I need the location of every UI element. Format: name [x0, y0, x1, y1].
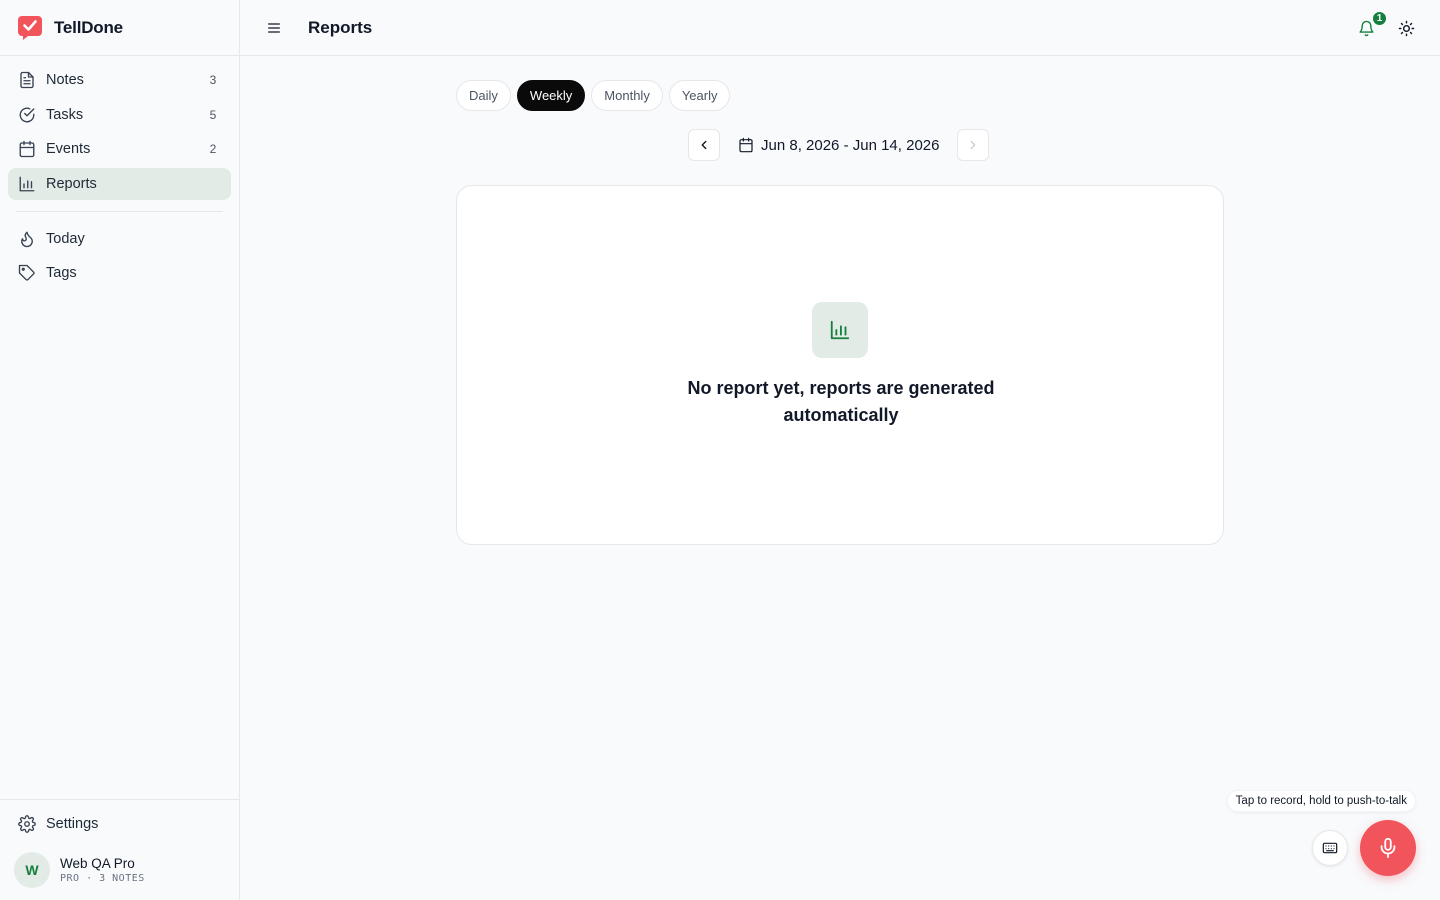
- tab-daily[interactable]: Daily: [456, 80, 511, 111]
- date-range-label[interactable]: Jun 8, 2026 - Jun 14, 2026: [738, 137, 939, 154]
- sidebar-item-count: 2: [209, 142, 217, 156]
- flame-icon: [18, 230, 36, 248]
- sidebar: TellDone Notes 3 Tasks 5 Events 2 Report…: [0, 0, 240, 900]
- notification-badge: 1: [1371, 10, 1388, 27]
- sidebar-nav: Notes 3 Tasks 5 Events 2 Reports Today T…: [0, 56, 239, 289]
- sidebar-item-tags[interactable]: Tags: [8, 257, 231, 289]
- tab-monthly[interactable]: Monthly: [591, 80, 663, 111]
- date-range-nav: Jun 8, 2026 - Jun 14, 2026: [688, 129, 990, 161]
- sidebar-item-label: Events: [46, 141, 91, 157]
- notifications-button[interactable]: 1: [1354, 10, 1388, 40]
- check-circle-icon: [18, 106, 36, 124]
- sidebar-item-reports[interactable]: Reports: [8, 167, 231, 200]
- previous-period-button[interactable]: [688, 129, 720, 161]
- next-period-button[interactable]: [957, 129, 990, 161]
- bar-chart-icon: [18, 175, 36, 193]
- record-voice-button[interactable]: [1360, 820, 1416, 876]
- chevron-right-icon: [971, 140, 976, 150]
- sidebar-item-label: Notes: [46, 72, 84, 88]
- period-tabs: Daily Weekly Monthly Yearly: [456, 80, 736, 111]
- page-title: Reports: [308, 17, 373, 37]
- user-name: Web QA Pro: [60, 856, 135, 871]
- sidebar-item-events[interactable]: Events 2: [8, 133, 231, 165]
- empty-state-message: No report yet, reports are generated aut…: [687, 378, 995, 425]
- sidebar-item-settings[interactable]: Settings: [8, 808, 231, 840]
- gear-icon: [18, 815, 36, 833]
- sidebar-item-count: 3: [209, 73, 217, 87]
- top-bar: Reports 1: [240, 0, 1440, 56]
- user-plan: PRO · 3 NOTES: [60, 873, 145, 884]
- sidebar-item-label: Today: [46, 230, 85, 247]
- sun-icon: [1398, 20, 1414, 36]
- sidebar-footer: Settings W Web QA Pro PRO · 3 NOTES: [0, 799, 239, 900]
- microphone-icon: [1380, 837, 1396, 859]
- app-name: TellDone: [54, 17, 123, 37]
- tag-icon: [18, 264, 36, 282]
- date-range-text: Jun 8, 2026 - Jun 14, 2026: [761, 136, 940, 154]
- sidebar-item-count: 5: [209, 107, 217, 122]
- sidebar-item-tasks[interactable]: Tasks 5: [8, 99, 231, 131]
- calendar-icon: [739, 137, 753, 153]
- menu-icon[interactable]: [262, 16, 286, 40]
- sidebar-item-today[interactable]: Today: [8, 223, 231, 255]
- sidebar-item-label: Tags: [46, 265, 77, 281]
- report-chart-icon: [812, 302, 868, 358]
- sidebar-item-label: Tasks: [46, 106, 84, 123]
- report-card: No report yet, reports are generated aut…: [456, 185, 1224, 545]
- record-tooltip: Tap to record, hold to push-to-talk: [1226, 790, 1416, 812]
- sidebar-item-notes[interactable]: Notes 3: [8, 64, 231, 96]
- theme-toggle-button[interactable]: [1394, 16, 1418, 40]
- settings-label: Settings: [46, 816, 99, 832]
- brand[interactable]: TellDone: [0, 0, 239, 56]
- sidebar-item-label: Reports: [46, 175, 97, 192]
- file-text-icon: [18, 71, 36, 89]
- sidebar-divider: [16, 210, 223, 212]
- avatar: W: [14, 852, 50, 888]
- tab-yearly[interactable]: Yearly: [668, 80, 731, 111]
- keyboard-icon: [1322, 842, 1338, 854]
- tab-weekly[interactable]: Weekly: [516, 80, 586, 111]
- app-logo-icon: [18, 15, 42, 40]
- chevron-left-icon: [701, 140, 707, 150]
- user-profile[interactable]: W Web QA Pro PRO · 3 NOTES: [8, 846, 231, 894]
- calendar-icon: [18, 140, 36, 158]
- keyboard-input-button[interactable]: [1312, 830, 1348, 866]
